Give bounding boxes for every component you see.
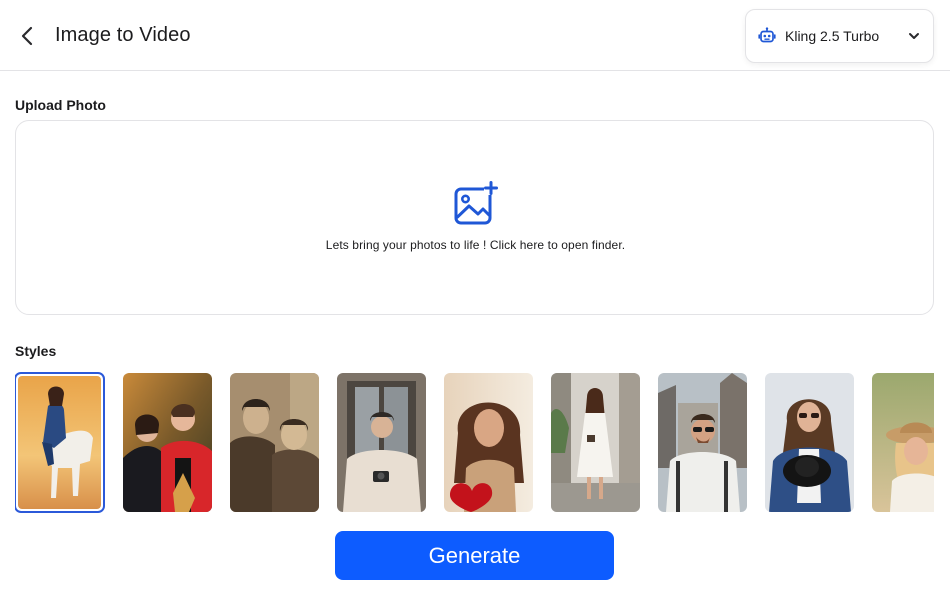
man-sunglasses-image (658, 373, 747, 512)
style-thumb-woman-sunhat[interactable] (872, 373, 934, 512)
vintage-couple-image (230, 373, 319, 512)
styles-section-label: Styles (15, 343, 57, 359)
man-camera-image (337, 373, 426, 512)
model-select-value: Kling 2.5 Turbo (785, 28, 880, 44)
generate-button[interactable]: Generate (335, 531, 614, 580)
style-thumb-woman-white-dress[interactable] (551, 373, 640, 512)
app-window: Image to Video Kling 2.5 Turbo Upload Ph… (0, 0, 950, 594)
upload-section-label: Upload Photo (15, 97, 106, 113)
model-select[interactable]: Kling 2.5 Turbo (745, 9, 934, 63)
page-title: Image to Video (55, 24, 191, 46)
chevron-down-icon (907, 29, 921, 43)
style-thumb-couple-autumn[interactable] (123, 373, 212, 512)
styles-carousel[interactable] (15, 372, 934, 514)
style-thumb-vintage-couple[interactable] (230, 373, 319, 512)
style-thumb-man-camera[interactable] (337, 373, 426, 512)
woman-heart-balloon-image (444, 373, 533, 512)
add-image-icon (454, 181, 498, 225)
upload-prompt-text: Lets bring your photos to life ! Click h… (325, 238, 626, 252)
couple-autumn-image (123, 373, 212, 512)
header-bar: Image to Video Kling 2.5 Turbo (0, 0, 950, 71)
chevron-left-icon (21, 26, 33, 46)
style-thumb-man-sunglasses[interactable] (658, 373, 747, 512)
robot-icon (758, 27, 776, 45)
woman-sunhat-image (872, 373, 934, 512)
style-thumb-woman-denim-hat[interactable] (765, 373, 854, 512)
horse-rider-image (18, 376, 101, 509)
style-thumb-horse-rider[interactable] (15, 372, 105, 513)
back-button[interactable] (14, 22, 40, 50)
photo-upload-dropzone[interactable]: Lets bring your photos to life ! Click h… (15, 120, 934, 315)
style-thumb-woman-heart-balloon[interactable] (444, 373, 533, 512)
woman-denim-hat-image (765, 373, 854, 512)
woman-white-dress-image (551, 373, 640, 512)
